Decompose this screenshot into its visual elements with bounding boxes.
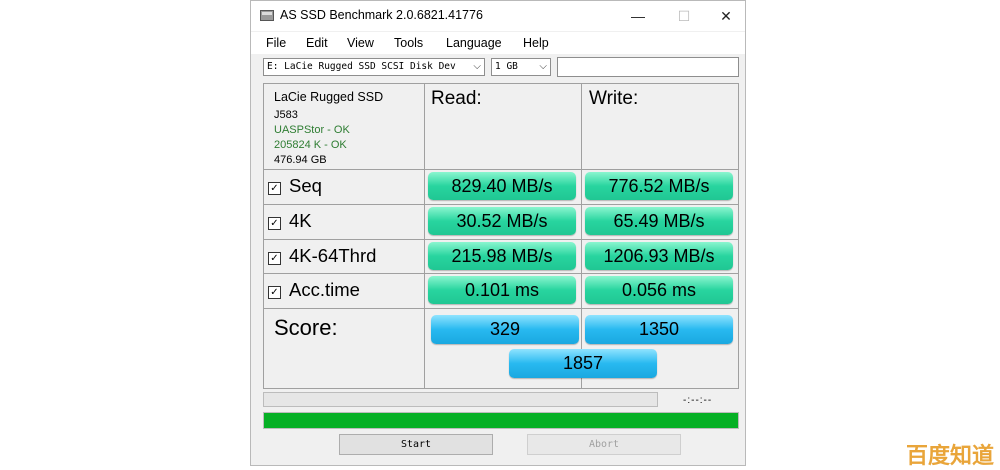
size-select[interactable]: 1 GB ⌵ bbox=[491, 58, 551, 76]
divider bbox=[264, 204, 738, 205]
seq-checkbox[interactable]: ✓ bbox=[268, 182, 281, 195]
device-name: LaCie Rugged SSD bbox=[274, 90, 384, 104]
row-label-acc-time: ✓ Acc.time bbox=[268, 279, 360, 301]
results-grid: LaCie Rugged SSD J583 UASPStor - OK 2058… bbox=[263, 83, 739, 389]
score-label: Score: bbox=[274, 315, 338, 340]
chevron-down-icon: ⌵ bbox=[539, 61, 547, 72]
overall-progress-bar bbox=[263, 412, 739, 429]
menu-help[interactable]: Help bbox=[523, 36, 549, 50]
4k-64thrd-write-result: 1206.93 MB/s bbox=[585, 242, 733, 270]
device-capacity: 476.94 GB bbox=[274, 154, 327, 166]
start-button[interactable]: Start bbox=[339, 434, 493, 455]
info-textbox[interactable] bbox=[557, 57, 739, 77]
watermark-logo: 百度知道 bbox=[906, 444, 995, 469]
4k-64thrd-read-result: 215.98 MB/s bbox=[428, 242, 576, 270]
row-label-seq: ✓ Seq bbox=[268, 175, 322, 197]
title-bar: AS SSD Benchmark 2.0.6821.41776 — ☐ ✕ bbox=[251, 1, 745, 31]
acc-time-read-result: 0.101 ms bbox=[428, 276, 576, 304]
divider bbox=[264, 308, 738, 309]
4k-write-result: 65.49 MB/s bbox=[585, 207, 733, 235]
close-button[interactable]: ✕ bbox=[703, 1, 749, 31]
size-select-value: 1 GB bbox=[495, 61, 518, 72]
drive-select[interactable]: E: LaCie Rugged SSD SCSI Disk Dev ⌵ bbox=[263, 58, 485, 76]
test-progress-bar bbox=[263, 392, 658, 407]
menu-edit[interactable]: Edit bbox=[306, 36, 328, 50]
menu-tools[interactable]: Tools bbox=[394, 36, 423, 50]
abort-button[interactable]: Abort bbox=[527, 434, 681, 455]
write-score: 1350 bbox=[585, 315, 733, 344]
read-column-header: Read: bbox=[431, 88, 482, 109]
window-title: AS SSD Benchmark 2.0.6821.41776 bbox=[280, 8, 483, 22]
4k-64thrd-checkbox[interactable]: ✓ bbox=[268, 252, 281, 265]
menu-view[interactable]: View bbox=[347, 36, 374, 50]
acc-time-checkbox[interactable]: ✓ bbox=[268, 286, 281, 299]
menu-bar: File Edit View Tools Language Help bbox=[251, 32, 745, 54]
row-label-4k: ✓ 4K bbox=[268, 210, 312, 232]
read-score: 329 bbox=[431, 315, 579, 344]
maximize-button[interactable]: ☐ bbox=[661, 1, 707, 31]
driver-status: UASPStor - OK bbox=[274, 124, 350, 136]
acc-time-write-result: 0.056 ms bbox=[585, 276, 733, 304]
drive-select-value: E: LaCie Rugged SSD SCSI Disk Dev bbox=[267, 61, 456, 72]
total-score: 1857 bbox=[509, 349, 657, 378]
app-window: AS SSD Benchmark 2.0.6821.41776 — ☐ ✕ Fi… bbox=[250, 0, 746, 466]
minimize-button[interactable]: — bbox=[615, 1, 661, 31]
chevron-down-icon: ⌵ bbox=[473, 61, 481, 72]
divider bbox=[264, 273, 738, 274]
divider bbox=[424, 84, 425, 388]
device-model: J583 bbox=[274, 109, 298, 121]
overall-progress-fill bbox=[264, 413, 738, 428]
seq-read-result: 829.40 MB/s bbox=[428, 172, 576, 200]
elapsed-timer: -:--:-- bbox=[683, 395, 713, 406]
4k-read-result: 30.52 MB/s bbox=[428, 207, 576, 235]
divider bbox=[264, 239, 738, 240]
seq-write-result: 776.52 MB/s bbox=[585, 172, 733, 200]
alignment-status: 205824 K - OK bbox=[274, 139, 347, 151]
menu-language[interactable]: Language bbox=[446, 36, 502, 50]
4k-checkbox[interactable]: ✓ bbox=[268, 217, 281, 230]
menu-file[interactable]: File bbox=[266, 36, 286, 50]
row-label-4k-64thrd: ✓ 4K-64Thrd bbox=[268, 245, 376, 267]
app-disk-icon bbox=[260, 10, 274, 21]
divider bbox=[581, 84, 582, 388]
write-column-header: Write: bbox=[589, 88, 639, 109]
divider bbox=[264, 169, 738, 170]
